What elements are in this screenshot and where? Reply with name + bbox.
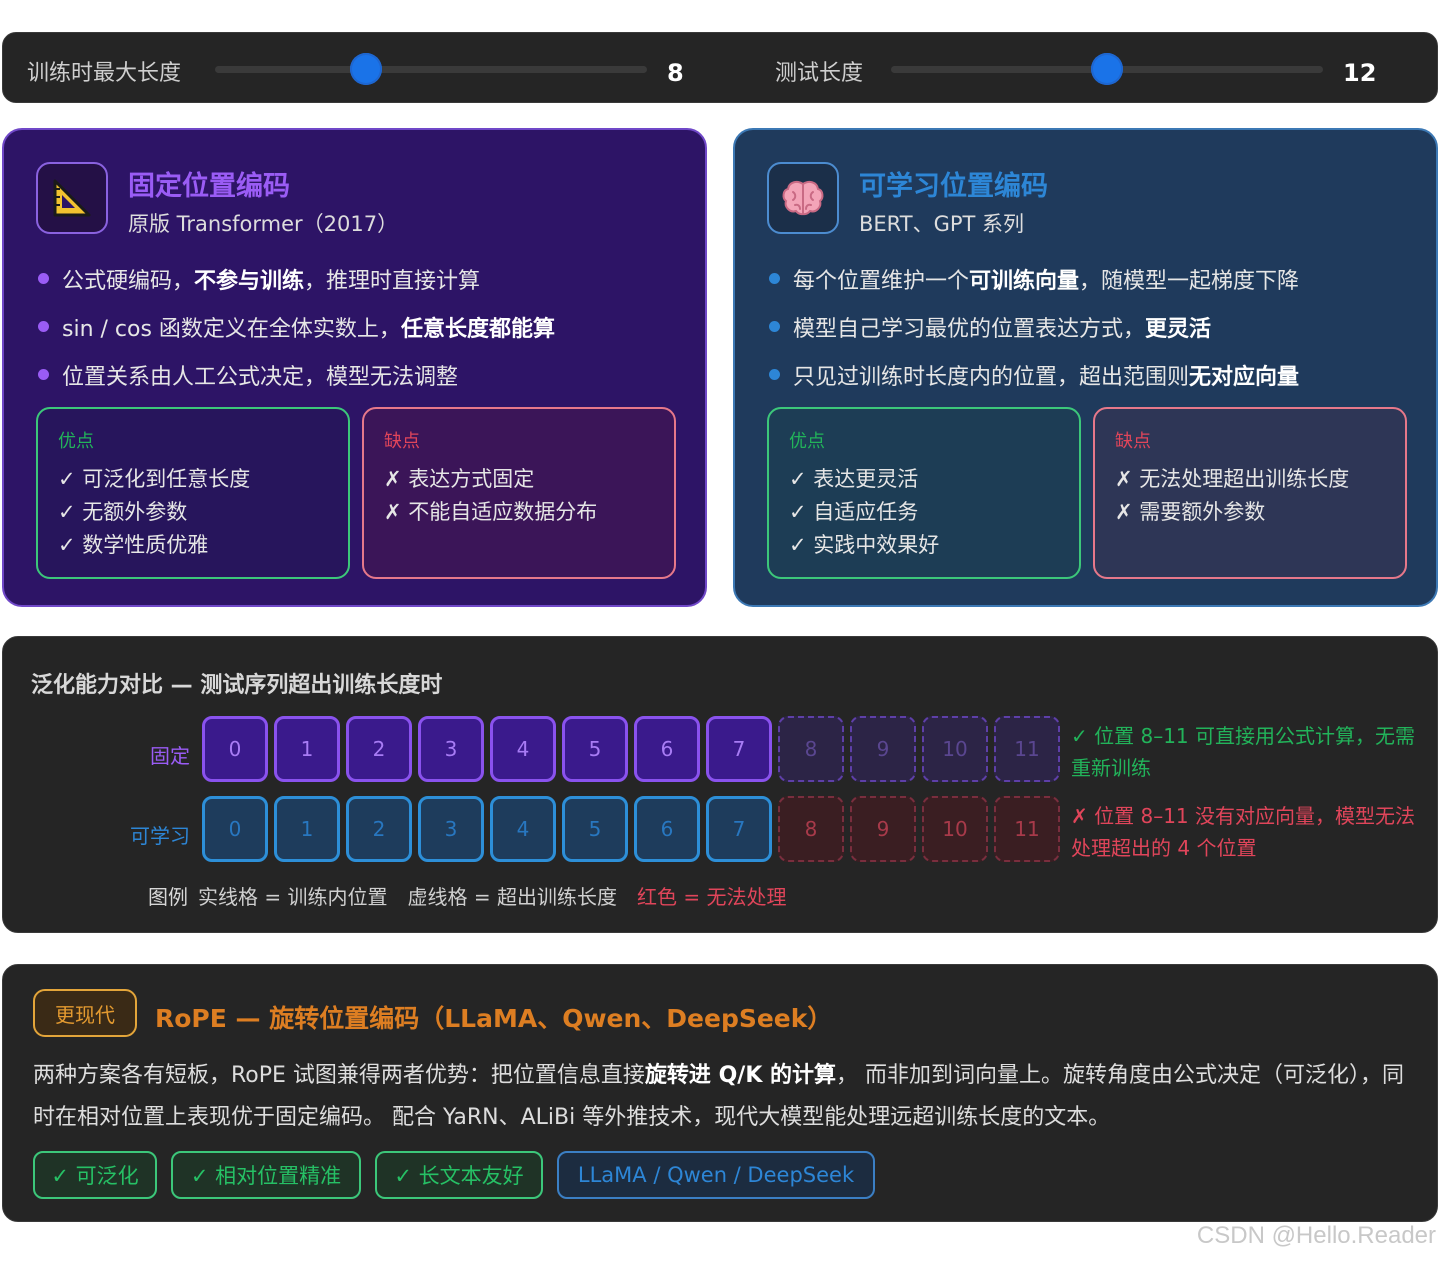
pro-item: ✓ 表达更灵活 (789, 467, 919, 491)
triangle-ruler-icon (36, 162, 108, 234)
learn-cons-box: 缺点 ✗ 无法处理超出训练长度 ✗ 需要额外参数 (1093, 407, 1407, 579)
pros-heading: 优点 (789, 431, 825, 452)
legend: 图例 实线格 = 训练内位置 虚线格 = 超出训练长度 红色 = 无法处理 (148, 881, 806, 910)
tag-generalizable: ✓ 可泛化 (33, 1151, 157, 1199)
learn-position-cell: 1 (274, 796, 340, 862)
bullet-dot (38, 369, 49, 380)
bullet-dot (769, 273, 780, 284)
cons-heading: 缺点 (1115, 431, 1151, 452)
pro-item: ✓ 可泛化到任意长度 (58, 467, 251, 491)
fixed-card-subtitle: 原版 Transformer（2017） (128, 212, 399, 236)
con-item: ✗ 表达方式固定 (384, 467, 535, 491)
fixed-position-cell: 1 (274, 716, 340, 782)
fixed-position-cell: 9 (850, 716, 916, 782)
list-item: 位置关系由人工公式决定，模型无法调整 (34, 354, 685, 402)
learn-position-cell: 3 (418, 796, 484, 862)
learn-card-title: 可学习位置编码 (859, 171, 1048, 202)
fixed-position-cell: 4 (490, 716, 556, 782)
pro-item: ✓ 无额外参数 (58, 500, 188, 524)
watermark: CSDN @Hello.Reader (1196, 1222, 1436, 1249)
test-length-slider[interactable] (891, 53, 1323, 85)
rope-description: 两种方案各有短板，RoPE 试图兼得两者优势：把位置信息直接旋转进 Q/K 的计… (33, 1063, 1405, 1130)
train-length-value: 8 (667, 59, 684, 87)
modern-badge: 更现代 (33, 989, 137, 1037)
bullet-dot (38, 273, 49, 284)
slider-bar: 训练时最大长度 8 测试长度 12 (2, 32, 1438, 103)
learn-position-cell: 10 (922, 796, 988, 862)
learn-position-cell: 4 (490, 796, 556, 862)
learn-position-cell: 7 (706, 796, 772, 862)
fixed-bullet-list: 公式硬编码，不参与训练，推理时直接计算 sin / cos 函数定义在全体实数上… (34, 258, 685, 402)
fixed-position-cell: 2 (346, 716, 412, 782)
learn-position-cell: 11 (994, 796, 1060, 862)
legend-solid: 实线格 = 训练内位置 (198, 885, 388, 909)
learnable-encoding-card: 可学习位置编码 BERT、GPT 系列 每个位置维护一个可训练向量，随模型一起梯… (733, 128, 1438, 607)
train-length-slider-thumb[interactable] (350, 53, 383, 85)
train-length-slider[interactable] (215, 53, 647, 85)
legend-dashed: 虚线格 = 超出训练长度 (407, 885, 617, 909)
train-length-label: 训练时最大长度 (27, 61, 182, 86)
legend-heading: 图例 (148, 885, 188, 909)
learn-position-cell: 2 (346, 796, 412, 862)
pros-heading: 优点 (58, 431, 94, 452)
fixed-position-cell: 8 (778, 716, 844, 782)
test-length-slider-thumb[interactable] (1091, 53, 1123, 85)
tag-models: LLaMA / Qwen / DeepSeek (557, 1151, 875, 1199)
generalization-comparison: 泛化能力对比 — 测试序列超出训练长度时 固定 可学习 001122334455… (2, 636, 1438, 933)
learn-bullet-list: 每个位置维护一个可训练向量，随模型一起梯度下降 模型自己学习最优的位置表达方式，… (765, 258, 1416, 402)
fixed-position-cell: 10 (922, 716, 988, 782)
bullet-dot (38, 321, 49, 332)
test-length-label: 测试长度 (775, 61, 864, 86)
tag-relative-position: ✓ 相对位置精准 (171, 1151, 361, 1199)
tag-long-text: ✓ 长文本友好 (375, 1151, 543, 1199)
legend-red: 红色 = 无法处理 (636, 885, 787, 909)
learn-pros-box: 优点 ✓ 表达更灵活 ✓ 自适应任务 ✓ 实践中效果好 (767, 407, 1081, 579)
comparison-title: 泛化能力对比 — 测试序列超出训练长度时 (31, 673, 443, 698)
brain-icon (767, 162, 839, 234)
con-item: ✗ 无法处理超出训练长度 (1115, 467, 1350, 491)
con-item: ✗ 需要额外参数 (1115, 500, 1266, 524)
fixed-position-cell: 3 (418, 716, 484, 782)
learn-card-subtitle: BERT、GPT 系列 (859, 212, 1025, 236)
pro-item: ✓ 数学性质优雅 (58, 533, 209, 557)
fixed-encoding-card: 固定位置编码 原版 Transformer（2017） 公式硬编码，不参与训练，… (2, 128, 707, 607)
list-item: 公式硬编码，不参与训练，推理时直接计算 (34, 258, 685, 306)
fixed-position-cell: 11 (994, 716, 1060, 782)
learn-position-cell: 8 (778, 796, 844, 862)
list-item: sin / cos 函数定义在全体实数上，任意长度都能算 (34, 306, 685, 354)
fixed-card-title: 固定位置编码 (128, 171, 290, 202)
pro-item: ✓ 实践中效果好 (789, 533, 940, 557)
test-length-value: 12 (1343, 59, 1377, 87)
learn-position-cell: 6 (634, 796, 700, 862)
fixed-cons-box: 缺点 ✗ 表达方式固定 ✗ 不能自适应数据分布 (362, 407, 676, 579)
learn-position-cell: 0 (202, 796, 268, 862)
con-item: ✗ 不能自适应数据分布 (384, 500, 598, 524)
fixed-pros-box: 优点 ✓ 可泛化到任意长度 ✓ 无额外参数 ✓ 数学性质优雅 (36, 407, 350, 579)
fixed-position-cell: 6 (634, 716, 700, 782)
pro-item: ✓ 自适应任务 (789, 500, 919, 524)
list-item: 只见过训练时长度内的位置，超出范围则无对应向量 (765, 354, 1416, 402)
bullet-dot (769, 369, 780, 380)
fixed-row-label: 固定 (150, 744, 190, 768)
fixed-position-cell: 5 (562, 716, 628, 782)
fixed-position-cell: 0 (202, 716, 268, 782)
list-item: 每个位置维护一个可训练向量，随模型一起梯度下降 (765, 258, 1416, 306)
learn-row-note: ✗ 位置 8–11 没有对应向量，模型无法处理超出的 4 个位置 (1071, 804, 1416, 860)
fixed-position-cell: 7 (706, 716, 772, 782)
learn-position-cell: 5 (562, 796, 628, 862)
bullet-dot (769, 321, 780, 332)
rope-title: RoPE — 旋转位置编码（LLaMA、Qwen、DeepSeek） (155, 1004, 833, 1033)
learn-position-cell: 9 (850, 796, 916, 862)
learn-row-label: 可学习 (130, 824, 190, 848)
cons-heading: 缺点 (384, 431, 420, 452)
list-item: 模型自己学习最优的位置表达方式，更灵活 (765, 306, 1416, 354)
fixed-row-note: ✓ 位置 8–11 可直接用公式计算，无需重新训练 (1071, 724, 1416, 780)
rope-section: 更现代 RoPE — 旋转位置编码（LLaMA、Qwen、DeepSeek） 两… (2, 964, 1438, 1222)
